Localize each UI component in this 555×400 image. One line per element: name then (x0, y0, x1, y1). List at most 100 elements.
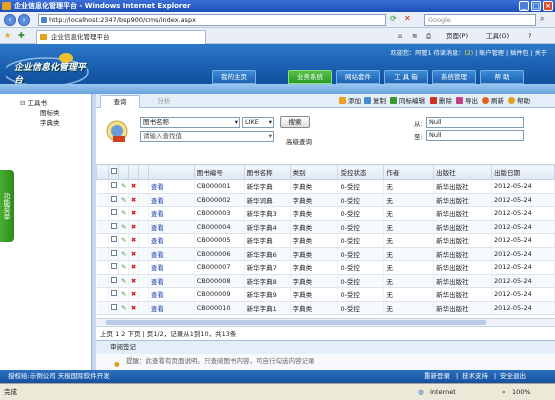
row-edit[interactable]: ✎ (118, 247, 129, 261)
pencil-icon[interactable]: ✎ (121, 236, 126, 244)
row-delete[interactable]: ✖ (128, 233, 139, 248)
pencil-icon[interactable]: ✎ (121, 277, 126, 285)
refresh-icon[interactable]: ⟳ (390, 14, 397, 23)
tree-root[interactable]: ⊟ 工具书 (20, 97, 47, 107)
row-select[interactable] (108, 179, 119, 194)
row-view-link[interactable]: 查看 (148, 247, 195, 261)
help-icon[interactable]: ? (528, 31, 531, 41)
header-book-id[interactable]: 图书编号 (193, 164, 245, 180)
pencil-icon[interactable]: ✎ (121, 250, 126, 258)
table-row[interactable]: ✎ ✖ 查看 CB000005 新华字典 字典类 0-受控无新华出版社 2012-05-24 (96, 233, 555, 248)
header-select-all[interactable] (107, 164, 119, 180)
stop-icon[interactable]: ✕ (404, 14, 411, 23)
table-row[interactable]: ✎ ✖ 查看 CB000010 新华字典1 字典类 0-受控无新华出版社 2012-05-24 (96, 301, 555, 315)
checkbox-icon[interactable] (110, 303, 117, 310)
home-icon[interactable]: ⌂ (398, 31, 402, 41)
checkbox-icon[interactable] (110, 168, 117, 174)
advanced-query-link[interactable]: 高级查询 (286, 136, 312, 146)
help-button[interactable]: 帮助 (508, 97, 530, 105)
keyword-input[interactable]: 请输入查找值 ▾ (140, 131, 274, 142)
zoom-level[interactable]: 100% (512, 384, 531, 400)
row-edit[interactable]: ✎ (118, 233, 129, 248)
row-delete[interactable]: ✖ (128, 206, 139, 221)
row-delete[interactable]: ✖ (128, 287, 139, 302)
function-menu-tab[interactable]: 功能菜单 (0, 170, 14, 242)
pencil-icon[interactable]: ✎ (121, 196, 126, 204)
row-edit[interactable]: ✎ (118, 260, 129, 275)
table-row[interactable]: ✎ ✖ 查看 CB000009 新华字典9 字典类 0-受控无新华出版社 2012-05-24 (96, 287, 555, 302)
row-delete[interactable]: ✖ (128, 220, 139, 234)
favorites-icon[interactable]: ★ (4, 31, 11, 40)
search-button[interactable]: 搜索 (280, 116, 310, 128)
header-publish-date[interactable]: 出版日期 (491, 164, 555, 180)
checkbox-icon[interactable] (110, 236, 117, 243)
tools-menu[interactable]: 工具(O) (486, 31, 509, 41)
row-view-link[interactable]: 查看 (148, 260, 195, 275)
row-edit[interactable]: ✎ (118, 206, 129, 221)
add-favorite-icon[interactable]: ✚ (18, 31, 25, 40)
collapse-icon[interactable]: ⊟ (20, 99, 25, 107)
pencil-icon[interactable]: ✎ (121, 182, 126, 190)
table-row[interactable]: ✎ ✖ 查看 CB000003 新华字典3 字典类 0-受控无新华出版社 2012-05-24 (96, 206, 555, 221)
row-edit[interactable]: ✎ (118, 179, 129, 194)
delete-x-icon[interactable]: ✖ (131, 196, 136, 204)
batch-edit-button[interactable]: 同标编辑 (390, 97, 425, 105)
header-book-name[interactable]: 图书名称 (243, 164, 291, 180)
row-delete[interactable]: ✖ (128, 301, 139, 315)
row-select[interactable] (108, 287, 119, 302)
operator-select[interactable]: LIKE ▾ (242, 117, 274, 128)
table-row[interactable]: ✎ ✖ 查看 CB000002 新华词典 字典类 0-受控无新华出版社 2012-05-24 (96, 193, 555, 207)
nav-system-admin[interactable]: 系统管理 (432, 70, 476, 84)
checkbox-icon[interactable] (110, 249, 117, 256)
delete-x-icon[interactable]: ✖ (131, 250, 136, 258)
pencil-icon[interactable]: ✎ (121, 223, 126, 231)
nav-toolbox[interactable]: 工 具 箱 (384, 70, 428, 84)
maximize-button[interactable]: □ (531, 1, 541, 11)
to-input[interactable]: Null (426, 130, 524, 141)
row-view-link[interactable]: 查看 (148, 179, 195, 194)
row-select[interactable] (108, 274, 119, 288)
row-view-link[interactable]: 查看 (148, 220, 195, 234)
pencil-icon[interactable]: ✎ (121, 263, 126, 271)
row-select[interactable] (108, 301, 119, 315)
delete-x-icon[interactable]: ✖ (131, 236, 136, 244)
checkbox-icon[interactable] (110, 263, 117, 270)
row-delete[interactable]: ✖ (128, 274, 139, 288)
row-edit[interactable]: ✎ (118, 301, 129, 315)
copy-button[interactable]: 复制 (364, 97, 386, 105)
row-edit[interactable]: ✎ (118, 287, 129, 302)
row-select[interactable] (108, 260, 119, 275)
checkbox-icon[interactable] (110, 209, 117, 216)
zoom-icon[interactable]: ⌕ (502, 384, 506, 400)
export-button[interactable]: 导出 (456, 97, 478, 105)
back-icon[interactable]: ‹ (4, 14, 16, 26)
pager[interactable]: 上页 1 2 下页 | 页1/2，记录从1到10，共13条 (96, 326, 555, 340)
nav-business-system[interactable]: 业务系统 (288, 70, 332, 84)
about-link[interactable]: 关于 (535, 50, 547, 57)
table-row[interactable]: ✎ ✖ 查看 CB000004 新华字典4 字典类 0-受控无新华出版社 2012-05-24 (96, 220, 555, 234)
row-view-link[interactable]: 查看 (148, 287, 195, 302)
row-delete[interactable]: ✖ (128, 247, 139, 261)
support-link[interactable]: 技术支持 (462, 370, 488, 383)
relogin-link[interactable]: 重新登录 (424, 370, 450, 383)
delete-x-icon[interactable]: ✖ (131, 223, 136, 231)
row-select[interactable] (108, 220, 119, 234)
checkbox-icon[interactable] (110, 182, 117, 189)
row-view-link[interactable]: 查看 (148, 274, 195, 288)
table-row[interactable]: ✎ ✖ 查看 CB000006 新华字典6 字典类 0-受控无新华出版社 2012-05-24 (96, 247, 555, 261)
minimize-button[interactable]: _ (519, 1, 529, 11)
refresh-button[interactable]: 刷新 (482, 97, 504, 105)
row-view-link[interactable]: 查看 (148, 233, 195, 248)
account-link[interactable]: 账户管理 (479, 50, 504, 57)
row-select[interactable] (108, 193, 119, 207)
delete-x-icon[interactable]: ✖ (131, 277, 136, 285)
header-author[interactable]: 作者 (383, 164, 435, 180)
message-count[interactable]: (2) (464, 50, 473, 57)
pencil-icon[interactable]: ✎ (121, 290, 126, 298)
delete-x-icon[interactable]: ✖ (131, 304, 136, 312)
feeds-icon[interactable]: ≋ (412, 31, 417, 41)
table-row[interactable]: ✎ ✖ 查看 CB000007 新华字典7 字典类 0-受控无新华出版社 2012-05-24 (96, 260, 555, 275)
logout-link[interactable]: 安全退出 (500, 370, 526, 383)
from-input[interactable]: Null (426, 117, 524, 128)
row-delete[interactable]: ✖ (128, 179, 139, 194)
